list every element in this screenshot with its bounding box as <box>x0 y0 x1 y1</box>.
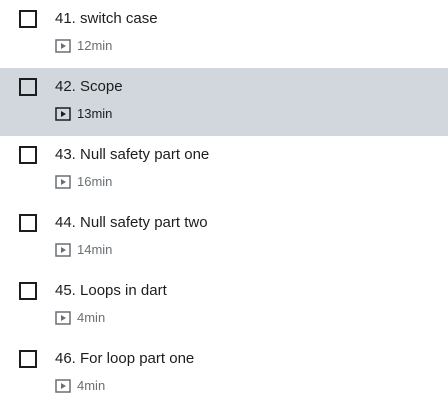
lecture-title: 41. switch case <box>55 10 158 27</box>
lecture-title: 44. Null safety part two <box>55 214 208 231</box>
video-play-icon <box>55 379 71 393</box>
lecture-checkbox[interactable] <box>19 214 37 232</box>
lecture-duration: 13min <box>77 106 113 121</box>
lecture-meta: 14min <box>55 242 112 258</box>
lecture-item[interactable]: 41. switch case 12min <box>0 0 448 68</box>
lecture-title: 43. Null safety part one <box>55 146 210 163</box>
lecture-checkbox[interactable] <box>19 146 37 164</box>
lecture-title: 46. For loop part one <box>55 350 195 367</box>
lecture-duration: 16min <box>77 174 113 189</box>
video-play-icon <box>55 311 71 325</box>
lecture-item[interactable]: 45. Loops in dart 4min <box>0 272 448 340</box>
lecture-item[interactable]: 46. For loop part one 4min <box>0 340 448 403</box>
lecture-list: 41. switch case 12min 42. Scope 13min 43… <box>0 0 448 403</box>
lecture-meta: 16min <box>55 174 112 190</box>
video-play-icon <box>55 107 71 121</box>
lecture-checkbox[interactable] <box>19 350 37 368</box>
lecture-meta: 4min <box>55 378 105 394</box>
video-play-icon <box>55 39 71 53</box>
lecture-duration: 14min <box>77 242 113 257</box>
lecture-meta: 13min <box>55 106 112 122</box>
lecture-meta: 4min <box>55 310 105 326</box>
lecture-item-active[interactable]: 42. Scope 13min <box>0 68 448 136</box>
lecture-item[interactable]: 44. Null safety part two 14min <box>0 204 448 272</box>
lecture-meta: 12min <box>55 38 112 54</box>
lecture-duration: 4min <box>77 378 106 393</box>
lecture-title: 42. Scope <box>55 78 123 95</box>
lecture-duration: 4min <box>77 310 106 325</box>
video-play-icon <box>55 175 71 189</box>
lecture-checkbox[interactable] <box>19 78 37 96</box>
lecture-item[interactable]: 43. Null safety part one 16min <box>0 136 448 204</box>
video-play-icon <box>55 243 71 257</box>
lecture-checkbox[interactable] <box>19 282 37 300</box>
lecture-title: 45. Loops in dart <box>55 282 167 299</box>
lecture-checkbox[interactable] <box>19 10 37 28</box>
lecture-duration: 12min <box>77 38 113 53</box>
